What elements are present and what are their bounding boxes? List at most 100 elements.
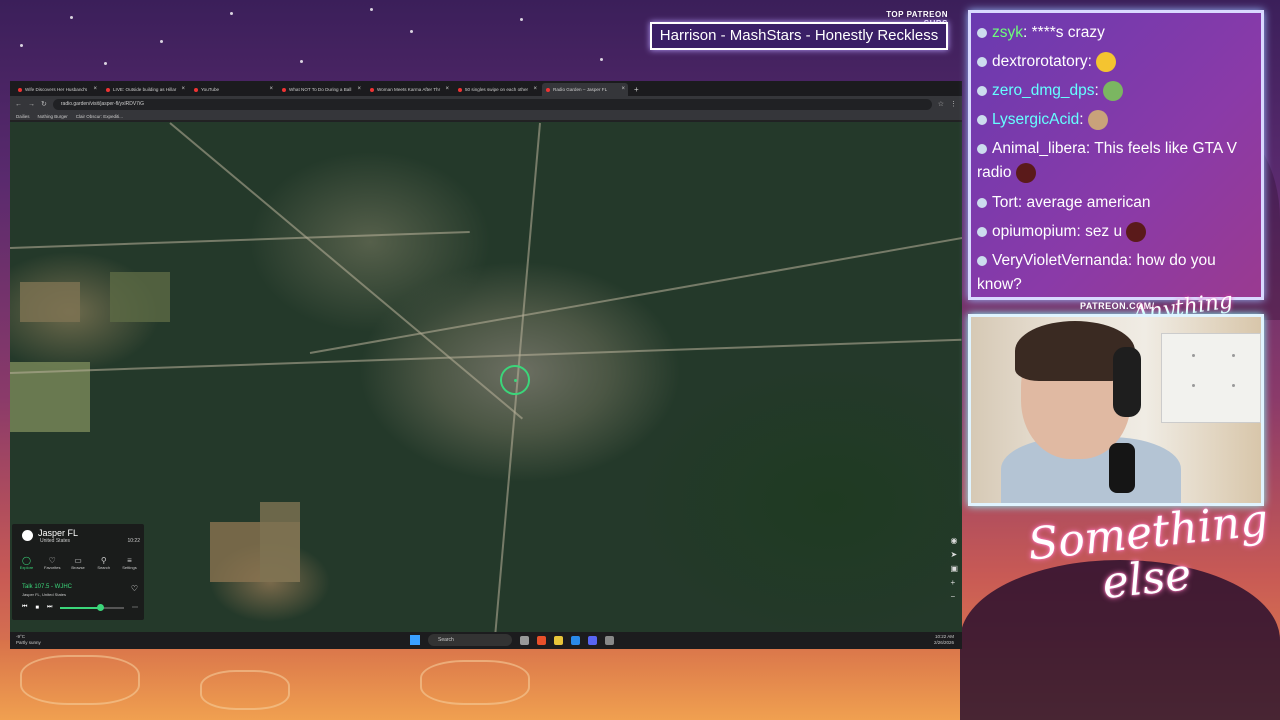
- zoom-in-button[interactable]: +: [950, 578, 958, 587]
- browser-tab[interactable]: Woman Meets Karma After Thr ×: [366, 83, 452, 96]
- user-badge-icon: [977, 114, 987, 125]
- browser-tab[interactable]: 50 singles swipe on each other ×: [454, 83, 540, 96]
- forward-icon[interactable]: →: [28, 101, 35, 108]
- extensions-icon[interactable]: ⋮: [950, 100, 957, 108]
- chat-emote: [1103, 80, 1124, 101]
- browser-icon[interactable]: [537, 635, 546, 645]
- tab-label: YouTube: [201, 87, 220, 92]
- chat-colon: :: [1094, 82, 1104, 99]
- background-crack: [200, 670, 290, 710]
- app-icon[interactable]: [571, 635, 580, 645]
- close-tab-icon[interactable]: ×: [533, 83, 537, 96]
- chat-text: average american: [1026, 194, 1151, 211]
- browser-tab[interactable]: Wife Discovers Her Husband's ×: [14, 83, 100, 96]
- tab-label: LIVE: Outside building as Hillar: [113, 87, 177, 92]
- chat-username[interactable]: zero_dmg_dps: [992, 82, 1095, 99]
- navigate-icon[interactable]: ➤: [950, 550, 958, 559]
- station-location-marker[interactable]: [500, 365, 530, 395]
- tab-label: What NOT To Do During a Ball: [289, 87, 352, 92]
- menu-icon: ≡: [127, 556, 132, 565]
- satellite-map[interactable]: ◉ ➤ ▣ + − Jasper FL United States 10:22 …: [10, 122, 962, 632]
- tab-favicon: [18, 87, 22, 92]
- browser-tab[interactable]: Radio Garden – Jasper FL ×: [542, 83, 628, 96]
- user-badge-icon: [977, 255, 987, 266]
- radio-nav-settings[interactable]: ≡ Settings: [117, 556, 142, 570]
- tab-label: Woman Meets Karma After Thr: [377, 87, 441, 92]
- discord-icon[interactable]: [588, 635, 597, 645]
- browser-tab[interactable]: LIVE: Outside building as Hillar ×: [102, 83, 188, 96]
- chat-username[interactable]: zsyk: [992, 24, 1023, 41]
- browser-tab[interactable]: YouTube ×: [190, 83, 276, 96]
- station-name[interactable]: Talk 107.5 - WJHC: [22, 584, 72, 590]
- user-badge-icon: [977, 197, 987, 208]
- close-tab-icon[interactable]: ×: [181, 83, 185, 96]
- chat-username[interactable]: dextrorotatory: [992, 53, 1088, 70]
- close-tab-icon[interactable]: ×: [269, 83, 273, 96]
- new-tab-button[interactable]: +: [630, 83, 643, 96]
- browser-tab[interactable]: What NOT To Do During a Ball ×: [278, 83, 364, 96]
- taskbar-center: Search: [410, 634, 614, 646]
- radio-nav-browse[interactable]: ▭ Browse: [66, 556, 91, 570]
- favorite-heart-icon[interactable]: ♡: [131, 584, 138, 593]
- settings-icon[interactable]: [605, 635, 614, 645]
- previous-icon[interactable]: ⏮: [22, 604, 27, 611]
- browser-window: Wife Discovers Her Husband's × LIVE: Outsi…: [10, 81, 962, 649]
- more-icon[interactable]: ⋯: [132, 604, 138, 611]
- tab-label: Radio Garden – Jasper FL: [553, 87, 608, 92]
- location-icon[interactable]: ◉: [950, 536, 958, 545]
- tab-bar: Wife Discovers Her Husband's × LIVE: Outsi…: [10, 81, 962, 96]
- chat-message: zero_dmg_dps:: [977, 79, 1259, 103]
- reload-icon[interactable]: ↻: [41, 100, 47, 108]
- chat-emote: [1015, 162, 1036, 183]
- windows-start-icon[interactable]: [410, 635, 420, 645]
- close-tab-icon[interactable]: ×: [357, 83, 361, 96]
- bookmark-item[interactable]: Clair Obscur: Expediti...: [76, 114, 123, 119]
- volume-knob[interactable]: [96, 603, 104, 611]
- next-icon[interactable]: ⏭: [47, 604, 52, 611]
- bookmarks-bar: Dailies Nothing Burger Clair Obscur: Exp…: [10, 112, 962, 121]
- taskbar-search[interactable]: Search: [428, 634, 512, 646]
- file-explorer-icon[interactable]: [554, 635, 563, 645]
- radio-nav-search[interactable]: ⚲ Search: [91, 556, 116, 570]
- radio-nav: ◯ Explore ♡ Favorites ▭ Browse ⚲ Search ≡ Setting…: [14, 556, 142, 570]
- map-field: [260, 502, 300, 582]
- chat-colon: :: [1127, 252, 1137, 269]
- task-view-icon[interactable]: [520, 635, 529, 645]
- stop-icon[interactable]: ■: [35, 605, 39, 611]
- tab-favicon: [194, 87, 198, 92]
- close-tab-icon[interactable]: ×: [445, 83, 449, 96]
- chat-colon: :: [1085, 140, 1095, 157]
- background-dresser: [1161, 333, 1261, 423]
- weather-widget[interactable]: -9°C Partly sunny: [16, 634, 41, 646]
- chat-colon: :: [1087, 53, 1097, 70]
- local-time: 10:22: [127, 538, 140, 544]
- radio-nav-label: Browse: [71, 565, 85, 570]
- chat-username[interactable]: Animal_libera: [992, 140, 1086, 157]
- system-clock[interactable]: 10:22 AM 2/26/2026: [934, 634, 954, 646]
- bookmark-item[interactable]: Dailies: [16, 114, 30, 119]
- chat-username[interactable]: VeryVioletVernanda: [992, 252, 1128, 269]
- url-input[interactable]: radio.garden/visit/jasper-fl/yxlRDV7iG: [52, 98, 932, 110]
- radio-nav-explore[interactable]: ◯ Explore: [14, 556, 39, 570]
- chat-username[interactable]: LysergicAcid: [992, 111, 1079, 128]
- chat-username[interactable]: Tort: [992, 194, 1018, 211]
- chat-username[interactable]: opiumopium: [992, 223, 1076, 240]
- map-road: [309, 230, 962, 354]
- chat-emote: [1087, 109, 1108, 130]
- volume-slider[interactable]: [60, 603, 124, 611]
- chat-emote: [1126, 221, 1147, 242]
- zoom-out-button[interactable]: −: [950, 592, 958, 601]
- chat-text: sez u: [1085, 223, 1123, 240]
- close-tab-icon[interactable]: ×: [621, 83, 625, 96]
- close-tab-icon[interactable]: ×: [93, 83, 97, 96]
- chat-message: dextrorotatory:: [977, 50, 1259, 74]
- radio-nav-favorites[interactable]: ♡ Favorites: [40, 556, 65, 570]
- bookmark-star-icon[interactable]: ☆: [938, 100, 944, 108]
- chat-message: opiumopium: sez u: [977, 220, 1259, 244]
- bookmark-item[interactable]: Nothing Burger: [38, 114, 68, 119]
- back-icon[interactable]: ←: [15, 101, 22, 108]
- radio-nav-label: Settings: [122, 565, 137, 570]
- lock-icon[interactable]: ▣: [950, 564, 958, 573]
- station-location: Jasper FL, United States: [22, 592, 67, 597]
- radio-nav-label: Explore: [19, 565, 34, 570]
